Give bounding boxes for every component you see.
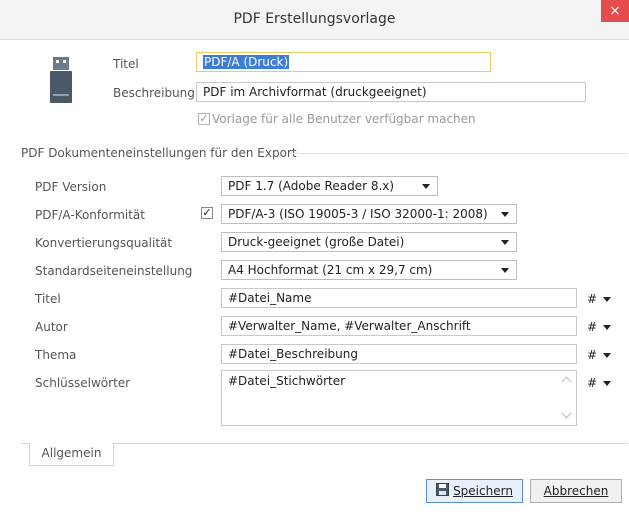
hash-icon: #: [587, 320, 598, 334]
keywords-scrollbar[interactable]: [559, 372, 575, 424]
author-placeholder-menu[interactable]: #: [587, 320, 612, 334]
keywords-label: Schlüsselwörter: [35, 376, 131, 390]
subject-placeholder-menu[interactable]: #: [587, 348, 612, 362]
hash-icon: #: [587, 376, 598, 390]
chevron-down-icon: [603, 297, 612, 302]
keywords-textarea[interactable]: #Datei_Stichwörter: [221, 370, 577, 426]
pdf-version-value: PDF 1.7 (Adobe Reader 8.x): [228, 179, 395, 193]
cancel-button[interactable]: Abbrechen: [530, 479, 622, 503]
all-users-label: Vorlage für alle Benutzer verfügbar mach…: [212, 112, 476, 126]
close-button[interactable]: ×: [601, 0, 629, 22]
section-divider: [289, 153, 628, 154]
template-description-field[interactable]: PDF im Archivformat (druckgeeignet): [196, 82, 586, 102]
window-title: PDF Erstellungsvorlage: [233, 11, 396, 27]
quality-value: Druck-geeignet (große Datei): [228, 235, 405, 249]
save-button[interactable]: Speichern: [426, 479, 523, 503]
chevron-down-icon: [603, 381, 612, 386]
quality-label: Konvertierungsqualität: [35, 236, 173, 250]
subject-field[interactable]: #Datei_Beschreibung: [221, 344, 577, 364]
chevron-down-icon: [501, 268, 509, 273]
all-users-checkbox[interactable]: ✓: [198, 113, 210, 125]
chevron-down-icon: [501, 240, 509, 245]
doc-title-placeholder-menu[interactable]: #: [587, 292, 612, 306]
section-heading: PDF Dokumenteneinstellungen für den Expo…: [21, 146, 297, 160]
hash-icon: #: [587, 292, 598, 306]
doc-title-field[interactable]: #Datei_Name: [221, 288, 577, 308]
pdfa-checkbox[interactable]: ✓: [201, 207, 213, 219]
save-button-label: Speichern: [453, 484, 513, 498]
cancel-button-label: Abbrechen: [543, 484, 609, 498]
tab-general-label: Allgemein: [41, 446, 102, 460]
quality-select[interactable]: Druck-geeignet (große Datei): [221, 232, 517, 252]
pdf-version-label: PDF Version: [35, 180, 107, 194]
tab-general[interactable]: Allgemein: [29, 443, 114, 466]
chevron-down-icon: [501, 212, 509, 217]
pdf-version-select[interactable]: PDF 1.7 (Adobe Reader 8.x): [221, 176, 438, 196]
floppy-disk-icon: [436, 481, 450, 503]
subject-label: Thema: [35, 348, 77, 362]
template-title-field[interactable]: PDF/A (Druck): [196, 52, 491, 72]
author-field[interactable]: #Verwalter_Name, #Verwalter_Anschrift: [221, 316, 577, 336]
keywords-value: #Datei_Stichwörter: [228, 374, 346, 388]
template-description-label: Beschreibung: [113, 86, 195, 100]
hash-icon: #: [587, 348, 598, 362]
page-setup-select[interactable]: A4 Hochformat (21 cm x 29,7 cm): [221, 260, 517, 280]
chevron-down-icon: [603, 353, 612, 358]
page-setup-label: Standardseiteneinstellung: [35, 264, 193, 278]
template-title-label: Titel: [113, 57, 139, 71]
keywords-placeholder-menu[interactable]: #: [587, 376, 612, 390]
scroll-up-icon[interactable]: [561, 376, 572, 387]
template-title-value: PDF/A (Druck): [203, 55, 290, 69]
page-setup-value: A4 Hochformat (21 cm x 29,7 cm): [228, 263, 433, 277]
author-label: Autor: [35, 320, 68, 334]
pdfa-value: PDF/A-3 (ISO 19005-3 / ISO 32000-1: 2008…: [228, 207, 488, 221]
pdfa-select[interactable]: PDF/A-3 (ISO 19005-3 / ISO 32000-1: 2008…: [221, 204, 517, 224]
scroll-down-icon[interactable]: [561, 408, 572, 419]
title-bar: PDF Erstellungsvorlage ×: [0, 0, 629, 40]
pdfa-label: PDF/A-Konformität: [35, 208, 145, 222]
doc-title-label: Titel: [35, 292, 61, 306]
chevron-down-icon: [422, 184, 430, 189]
chevron-down-icon: [603, 325, 612, 330]
usb-drive-icon: [50, 57, 72, 103]
